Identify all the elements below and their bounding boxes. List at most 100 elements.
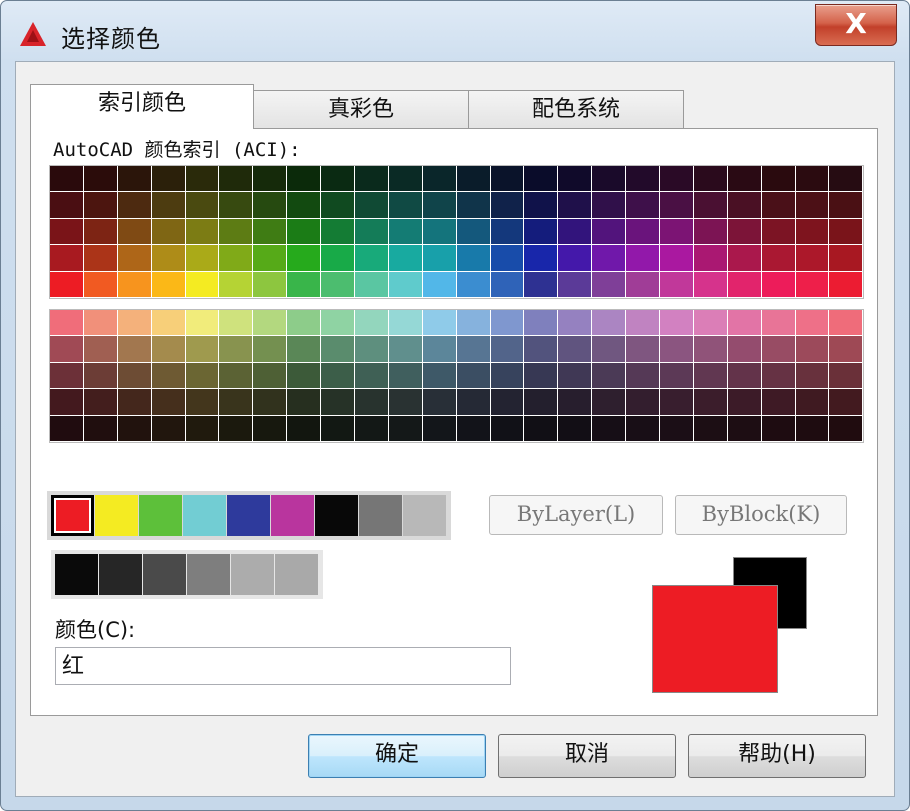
aci-color-cell[interactable] xyxy=(117,218,152,246)
aci-color-cell[interactable] xyxy=(117,336,152,363)
aci-color-cell[interactable] xyxy=(50,245,84,272)
aci-color-cell[interactable] xyxy=(693,166,728,193)
aci-color-cell[interactable] xyxy=(490,310,525,337)
aci-color-cell[interactable] xyxy=(422,245,457,272)
aci-color-cell[interactable] xyxy=(829,389,864,416)
aci-color-cell[interactable] xyxy=(83,218,118,246)
aci-color-cell[interactable] xyxy=(117,362,152,390)
aci-color-cell[interactable] xyxy=(795,415,830,442)
aci-color-cell[interactable] xyxy=(287,271,322,298)
aci-color-cell[interactable] xyxy=(253,389,288,416)
ok-button[interactable]: 确定 xyxy=(308,734,486,778)
aci-color-cell[interactable] xyxy=(558,415,593,442)
aci-color-grid-bottom[interactable] xyxy=(49,309,865,443)
aci-color-cell[interactable] xyxy=(151,245,186,272)
aci-color-cell[interactable] xyxy=(761,218,796,246)
aci-color-cell[interactable] xyxy=(151,389,186,416)
aci-color-cell[interactable] xyxy=(795,310,830,337)
aci-color-cell[interactable] xyxy=(456,245,491,272)
aci-color-cell[interactable] xyxy=(287,389,322,416)
aci-color-cell[interactable] xyxy=(456,271,491,298)
aci-color-cell[interactable] xyxy=(626,362,661,390)
aci-color-cell[interactable] xyxy=(829,192,864,219)
aci-color-cell[interactable] xyxy=(287,192,322,219)
aci-color-cell[interactable] xyxy=(592,336,627,363)
aci-color-cell[interactable] xyxy=(558,389,593,416)
aci-color-cell[interactable] xyxy=(321,218,356,246)
aci-color-cell[interactable] xyxy=(490,336,525,363)
aci-color-cell[interactable] xyxy=(83,192,118,219)
aci-color-cell[interactable] xyxy=(727,389,762,416)
aci-color-cell[interactable] xyxy=(660,192,694,219)
aci-color-cell[interactable] xyxy=(422,192,457,219)
aci-color-cell[interactable] xyxy=(761,336,796,363)
standard-color-swatch[interactable] xyxy=(95,495,138,536)
aci-color-cell[interactable] xyxy=(355,310,389,337)
aci-color-cell[interactable] xyxy=(456,415,491,442)
aci-color-cell[interactable] xyxy=(185,271,220,298)
aci-color-cell[interactable] xyxy=(626,389,661,416)
aci-color-cell[interactable] xyxy=(422,271,457,298)
aci-color-cell[interactable] xyxy=(727,362,762,390)
aci-color-cell[interactable] xyxy=(321,389,356,416)
aci-color-cell[interactable] xyxy=(185,192,220,219)
aci-color-cell[interactable] xyxy=(50,310,84,337)
aci-color-cell[interactable] xyxy=(795,245,830,272)
aci-color-cell[interactable] xyxy=(592,362,627,390)
aci-color-cell[interactable] xyxy=(422,336,457,363)
aci-color-cell[interactable] xyxy=(388,271,423,298)
aci-color-cell[interactable] xyxy=(829,362,864,390)
aci-color-cell[interactable] xyxy=(490,192,525,219)
aci-color-cell[interactable] xyxy=(50,192,84,219)
aci-color-cell[interactable] xyxy=(660,310,694,337)
aci-color-cell[interactable] xyxy=(761,362,796,390)
aci-color-cell[interactable] xyxy=(660,218,694,246)
aci-color-cell[interactable] xyxy=(287,336,322,363)
aci-color-cell[interactable] xyxy=(558,245,593,272)
standard-color-swatch[interactable] xyxy=(227,495,270,536)
aci-color-cell[interactable] xyxy=(151,362,186,390)
aci-color-cell[interactable] xyxy=(761,271,796,298)
aci-color-cell[interactable] xyxy=(253,192,288,219)
aci-color-cell[interactable] xyxy=(524,166,559,193)
aci-color-cell[interactable] xyxy=(490,389,525,416)
aci-color-cell[interactable] xyxy=(660,389,694,416)
aci-color-cell[interactable] xyxy=(321,336,356,363)
aci-color-cell[interactable] xyxy=(388,415,423,442)
aci-color-grid-top[interactable] xyxy=(49,165,865,299)
aci-color-cell[interactable] xyxy=(795,166,830,193)
aci-color-cell[interactable] xyxy=(524,415,559,442)
aci-color-cell[interactable] xyxy=(388,218,423,246)
aci-color-cell[interactable] xyxy=(253,336,288,363)
aci-color-cell[interactable] xyxy=(727,166,762,193)
aci-color-cell[interactable] xyxy=(795,218,830,246)
aci-color-cell[interactable] xyxy=(83,362,118,390)
aci-color-cell[interactable] xyxy=(727,415,762,442)
aci-color-cell[interactable] xyxy=(355,415,389,442)
aci-color-cell[interactable] xyxy=(558,218,593,246)
aci-color-cell[interactable] xyxy=(219,166,254,193)
aci-color-cell[interactable] xyxy=(592,310,627,337)
aci-color-cell[interactable] xyxy=(151,336,186,363)
aci-color-cell[interactable] xyxy=(456,310,491,337)
standard-color-swatch[interactable] xyxy=(231,554,274,595)
aci-color-cell[interactable] xyxy=(287,415,322,442)
standard-color-swatch[interactable] xyxy=(99,554,142,595)
tab-true-color[interactable]: 真彩色 xyxy=(252,90,470,129)
aci-color-cell[interactable] xyxy=(185,218,220,246)
aci-color-cell[interactable] xyxy=(355,218,389,246)
aci-color-cell[interactable] xyxy=(355,336,389,363)
aci-color-cell[interactable] xyxy=(117,245,152,272)
aci-color-cell[interactable] xyxy=(660,245,694,272)
aci-color-cell[interactable] xyxy=(83,310,118,337)
aci-color-cell[interactable] xyxy=(388,336,423,363)
aci-color-cell[interactable] xyxy=(592,389,627,416)
aci-color-cell[interactable] xyxy=(727,245,762,272)
aci-color-cell[interactable] xyxy=(321,271,356,298)
aci-color-cell[interactable] xyxy=(117,389,152,416)
aci-color-cell[interactable] xyxy=(456,166,491,193)
aci-color-cell[interactable] xyxy=(626,192,661,219)
aci-color-cell[interactable] xyxy=(151,166,186,193)
aci-color-cell[interactable] xyxy=(287,245,322,272)
aci-color-cell[interactable] xyxy=(693,362,728,390)
